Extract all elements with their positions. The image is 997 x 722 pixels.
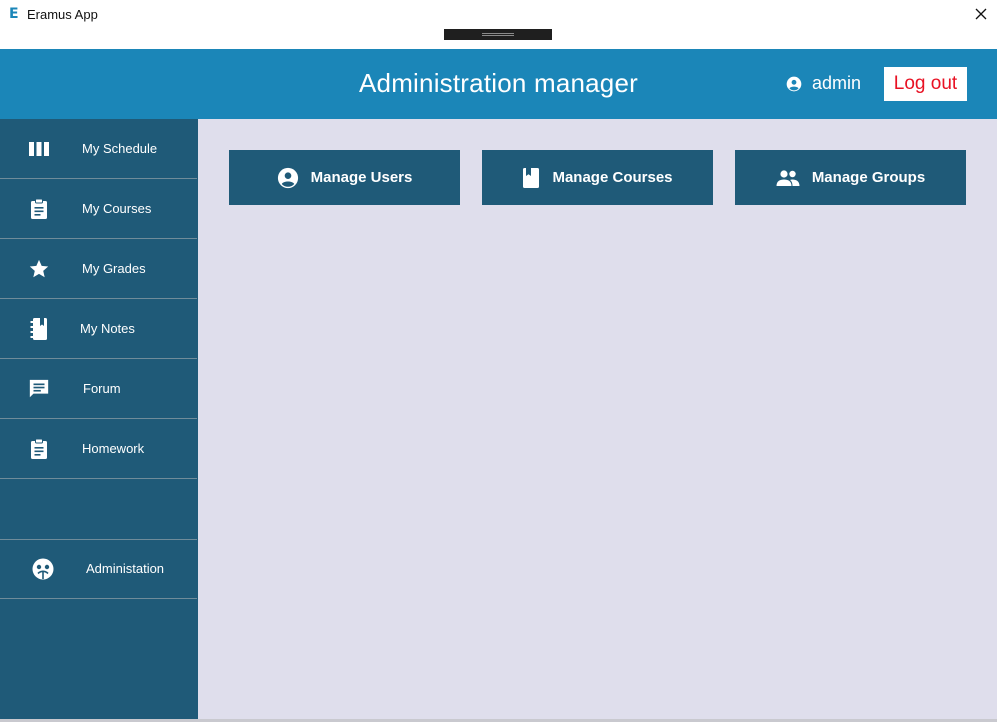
sidebar-item-my-schedule[interactable]: My Schedule — [0, 119, 197, 179]
sidebar-item-my-notes[interactable]: My Notes — [0, 299, 197, 359]
clipboard-icon — [27, 437, 51, 461]
main-content: Manage Users Manage Courses Manage Group… — [198, 119, 997, 722]
sidebar: My Schedule My Courses My Grades My Note… — [0, 119, 198, 722]
sidebar-item-label: Homework — [82, 441, 145, 456]
drag-handle[interactable] — [444, 29, 552, 40]
chat-icon — [27, 377, 51, 401]
app-window: E Eramus App Administration manager admi… — [0, 0, 997, 722]
manage-courses-button[interactable]: Manage Courses — [482, 150, 713, 205]
group-icon — [776, 169, 800, 186]
grip-line — [482, 35, 514, 36]
star-icon — [27, 257, 51, 281]
app-logo-icon: E — [9, 6, 19, 22]
manage-users-button[interactable]: Manage Users — [229, 150, 460, 205]
schedule-columns-icon — [27, 137, 51, 161]
app-header: Administration manager admin Log out — [0, 49, 997, 119]
clipboard-icon — [27, 197, 51, 221]
close-button[interactable] — [968, 2, 994, 26]
user-circle-icon — [277, 167, 298, 188]
logout-button[interactable]: Log out — [884, 67, 967, 101]
sidebar-item-label: My Courses — [82, 201, 152, 216]
grip-line — [482, 33, 514, 34]
user-circle-icon — [786, 76, 802, 91]
window-title: Eramus App — [27, 7, 98, 22]
sidebar-item-label: My Grades — [82, 261, 146, 276]
username: admin — [812, 73, 862, 93]
book-icon — [523, 167, 540, 188]
sidebar-item-administration[interactable]: Administation — [0, 539, 197, 599]
title-bar[interactable]: E Eramus App — [0, 0, 997, 49]
manage-courses-label: Manage Courses — [552, 169, 673, 186]
manage-groups-label: Manage Groups — [811, 169, 926, 186]
sidebar-item-label: Administation — [86, 561, 165, 576]
sidebar-item-my-courses[interactable]: My Courses — [0, 179, 197, 239]
admin-face-icon — [31, 557, 55, 581]
notebook-icon — [27, 317, 51, 341]
sidebar-item-label: Forum — [83, 381, 121, 396]
manage-users-label: Manage Users — [310, 169, 413, 186]
sidebar-item-my-grades[interactable]: My Grades — [0, 239, 197, 299]
manage-groups-button[interactable]: Manage Groups — [735, 150, 966, 205]
user-info: admin — [786, 73, 861, 94]
close-icon — [975, 8, 987, 20]
sidebar-item-label: My Notes — [80, 321, 135, 336]
sidebar-spacer — [0, 479, 197, 540]
sidebar-item-label: My Schedule — [82, 141, 158, 156]
sidebar-item-homework[interactable]: Homework — [0, 419, 197, 479]
sidebar-item-forum[interactable]: Forum — [0, 359, 197, 419]
